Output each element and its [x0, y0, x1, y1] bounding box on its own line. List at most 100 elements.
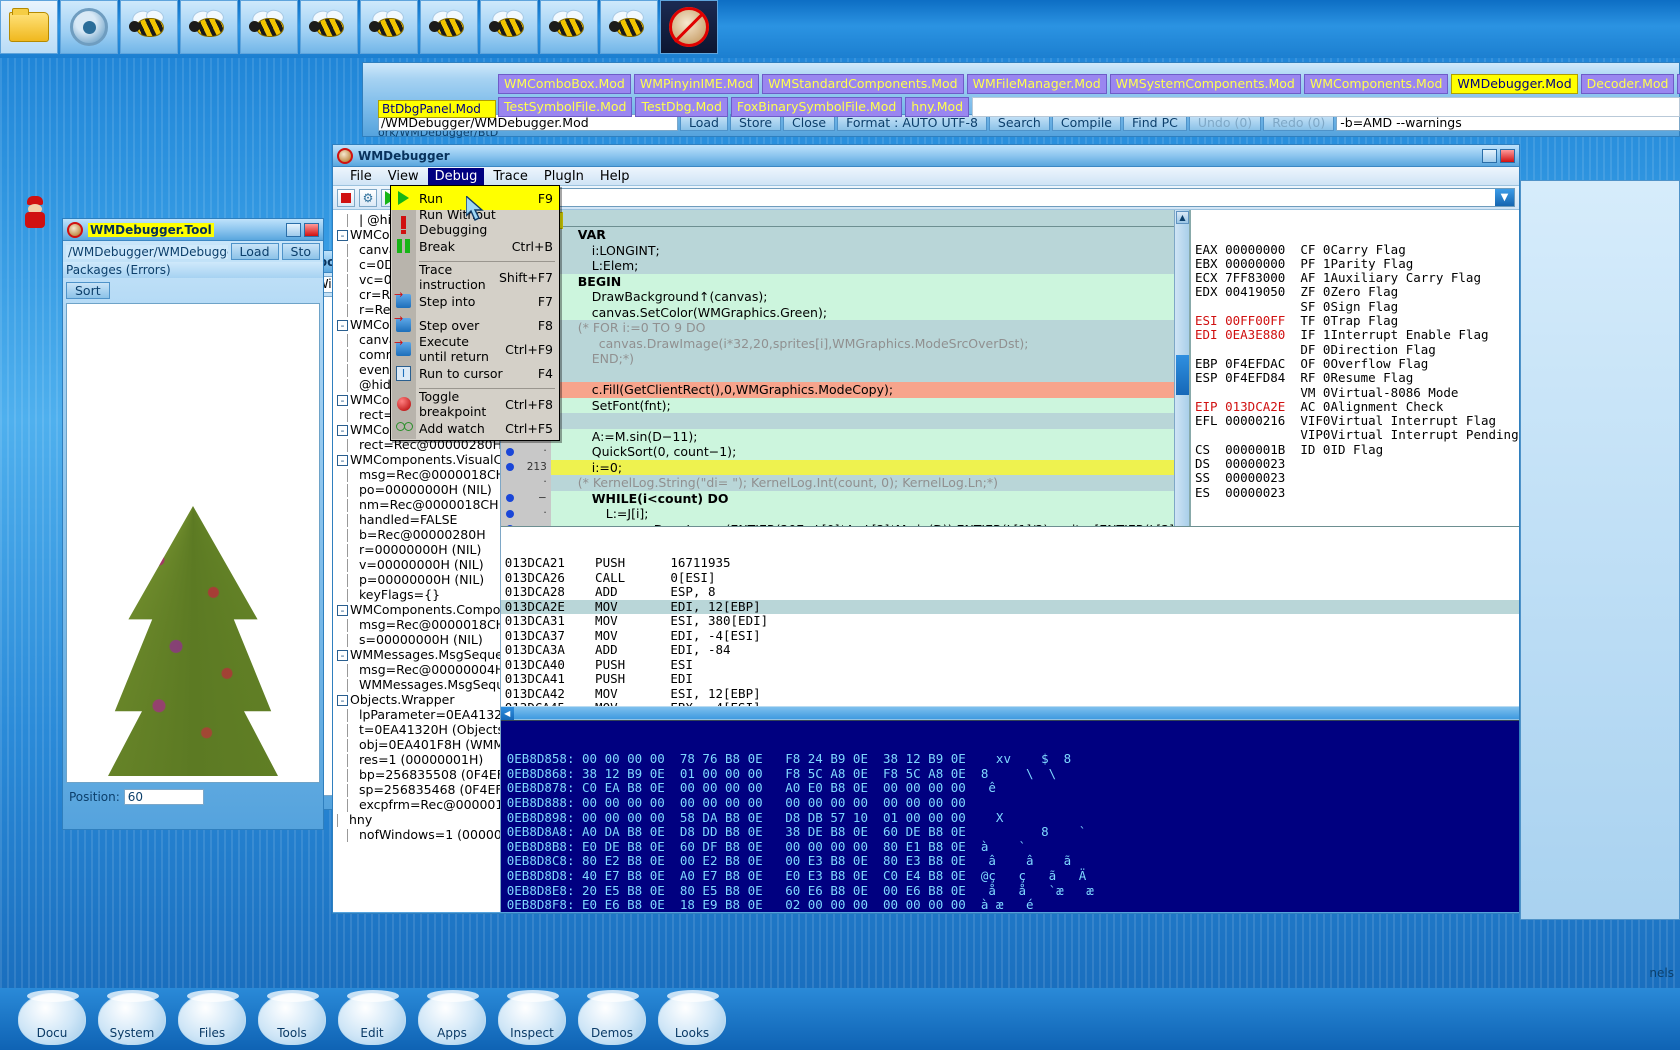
fox-tool-path[interactable]: /WMDebugger/WMDebugger.Tool: [66, 244, 228, 259]
module-tab[interactable]: Decoder.Mod: [1580, 74, 1675, 94]
taskbar-item-system[interactable]: System: [98, 990, 166, 1045]
menu-view[interactable]: View: [381, 168, 426, 185]
source-line[interactable]: 200L:Elem;: [500, 258, 1174, 274]
tree-node-leaf[interactable]: msg=Rec@0000018CH: [333, 617, 500, 632]
tree-node-leaf[interactable]: msg=Rec@00000004H: [333, 662, 500, 677]
disassembly-line[interactable]: 013DCA41 PUSH EDI: [501, 671, 1519, 687]
launcher-bee-1[interactable]: [120, 0, 178, 54]
taskbar-item-demos[interactable]: Demos: [578, 990, 646, 1045]
module-tab[interactable]: WMStandardComponents.Mod: [762, 74, 964, 94]
module-tab[interactable]: TestSymbolFile.Mod: [498, 97, 633, 117]
tree-node-leaf[interactable]: s=00000000H (NIL): [333, 632, 500, 647]
launcher-bee-7[interactable]: [480, 0, 538, 54]
module-tab[interactable]: hny.Mod: [905, 97, 970, 117]
breakpoint-icon[interactable]: [505, 463, 514, 472]
launcher-bee-6[interactable]: [420, 0, 478, 54]
launcher-settings[interactable]: [60, 0, 118, 54]
source-line[interactable]: · L:=J[i];: [500, 506, 1174, 522]
tree-collapse-icon[interactable]: -: [337, 425, 348, 436]
module-tab[interactable]: WMFileManager.Mod: [966, 74, 1107, 94]
tree-node-expandable[interactable]: -WMMessages.MsgSequencer.Handle: [333, 647, 500, 662]
menu-item-add-watch[interactable]: Add watch Ctrl+F5: [391, 416, 559, 440]
memory-hexdump-pane[interactable]: 0EB8D858: 00 00 00 00 78 76 B8 0E F8 24 …: [500, 720, 1519, 912]
tree-node-leaf[interactable]: p=00000000H (NIL): [333, 572, 500, 587]
tree-collapse-icon[interactable]: -: [337, 320, 348, 331]
source-line[interactable]: · QuickSort(0, count−1);: [500, 444, 1174, 460]
taskbar-item-edit[interactable]: Edit: [338, 990, 406, 1045]
taskbar-item-files[interactable]: Files: [178, 990, 246, 1045]
disassembly-line[interactable]: 013DCA28 ADD ESP, 8: [501, 584, 1519, 600]
source-line[interactable]: ·: [500, 366, 1174, 382]
tree-node-leaf[interactable]: keyFlags={}: [333, 587, 500, 602]
taskbar-item-apps[interactable]: Apps: [418, 990, 486, 1045]
fox-tool-titlebar[interactable]: WMDebugger.Tool: [63, 219, 323, 241]
tree-node-expandable[interactable]: -WMComponents.Component.Handle: [333, 602, 500, 617]
menu-debug[interactable]: Debug: [427, 167, 485, 185]
disassembly-line[interactable]: 013DCA37 MOV EDI, -4[ESI]: [501, 628, 1519, 644]
launcher-bee-4[interactable]: [300, 0, 358, 54]
gear-icon[interactable]: ⚙: [359, 188, 377, 207]
disassembly-line[interactable]: 013DCA31 MOV ESI, 380[EDI]: [501, 613, 1519, 629]
taskbar-item-docu[interactable]: Docu: [18, 990, 86, 1045]
source-line[interactable]: ·A:=M.sin(D−11);: [500, 428, 1174, 444]
module-tab[interactable]: WMComboBox.Mod: [498, 74, 631, 94]
tree-collapse-icon[interactable]: -: [337, 695, 348, 706]
tree-node-leaf[interactable]: v=00000000H (NIL): [333, 557, 500, 572]
hscroll-thumb[interactable]: [513, 707, 1519, 719]
taskbar-item-tools[interactable]: Tools: [258, 990, 326, 1045]
breakpoint-gutter[interactable]: [500, 521, 519, 526]
tree-collapse-icon[interactable]: -: [337, 230, 348, 241]
scroll-left-icon[interactable]: ◀: [500, 706, 514, 720]
tree-node-leaf[interactable]: lpParameter=0EA41320H (Objects.Process): [333, 707, 500, 722]
tree-node-leaf[interactable]: t=0EA41320H (Objects.Process): [333, 722, 500, 737]
source-line[interactable]: ·i:LONGINT;: [500, 242, 1174, 258]
menu-file[interactable]: File: [343, 168, 379, 185]
launcher-bee-9[interactable]: [600, 0, 658, 54]
source-line[interactable]: 210: [500, 413, 1174, 429]
sort-button[interactable]: Sort: [66, 282, 110, 299]
taskbar-item-inspect[interactable]: Inspect: [498, 990, 566, 1045]
launcher-no-bug[interactable]: [660, 0, 718, 54]
source-line[interactable]: ·canvas.DrawImage(ENTIER(207+L[0]*A+L[2]…: [500, 521, 1174, 526]
disassembly-pane[interactable]: 013DCA21 PUSH 16711935 013DCA26 CALL 0[ES…: [500, 526, 1519, 706]
disassembly-line[interactable]: 013DCA2E MOV EDI, 12[EBP]: [500, 599, 1519, 614]
source-line[interactable]: ·VAR: [500, 227, 1174, 243]
module-tab[interactable]: TestDbg.Mod: [635, 97, 728, 117]
breakpoint-icon[interactable]: [505, 525, 514, 526]
minimize-button[interactable]: [1482, 148, 1497, 163]
disassembly-horizontal-scrollbar[interactable]: ◀: [500, 706, 1519, 720]
tree-collapse-icon[interactable]: -: [337, 605, 348, 616]
menu-trace[interactable]: Trace: [486, 168, 535, 185]
launcher-folder[interactable]: [0, 0, 58, 54]
tree-node-leaf[interactable]: WMMessages.MsgSequencer.@Body: [333, 677, 500, 692]
minimize-button[interactable]: [286, 222, 301, 237]
disassembly-line[interactable]: 013DCA42 MOV ESI, 12[EBP]: [501, 686, 1519, 702]
menu-help[interactable]: Help: [593, 168, 637, 185]
disassembly-line[interactable]: 013DCA40 PUSH ESI: [501, 657, 1519, 673]
tree-node-leaf[interactable]: nm=Rec@0000018CH: [333, 497, 500, 512]
position-value[interactable]: 60: [123, 789, 204, 805]
source-line[interactable]: ·DrawBackground↑(canvas);: [500, 289, 1174, 305]
module-tab[interactable]: WMSystemComponents.Mod: [1109, 74, 1301, 94]
tree-node-expandable[interactable]: -WMComponents.VisualComponent.HandleInte…: [333, 452, 500, 467]
source-vertical-scrollbar[interactable]: ▲: [1174, 210, 1189, 526]
tree-node-leaf[interactable]: b=Rec@00000280H: [333, 527, 500, 542]
module-tab[interactable]: WMComponents.Mod: [1303, 74, 1449, 94]
tree-node-expandable[interactable]: - Objects.Wrapper: [333, 692, 500, 707]
menu-item-break[interactable]: Break Ctrl+B: [391, 234, 559, 258]
tree-node-leaf[interactable]: nofWindows=1 (00000001H): [333, 827, 500, 842]
breakpoint-gutter[interactable]: [500, 459, 519, 475]
scroll-up-icon[interactable]: ▲: [1176, 211, 1189, 224]
process-combo[interactable]: Draw ▼: [513, 188, 1515, 207]
menu-item-step-into[interactable]: Step into F7: [391, 288, 559, 313]
source-line[interactable]: − WHILE(i<count) DO: [500, 490, 1174, 506]
fox-tool-store-button[interactable]: Sto: [281, 243, 320, 260]
menu-item-execute-until-return[interactable]: Execute until return Ctrl+F9: [391, 334, 559, 364]
launcher-bee-3[interactable]: [240, 0, 298, 54]
tree-node-leaf[interactable]: msg=Rec@0000018CH: [333, 467, 500, 482]
tree-node-leaf[interactable]: obj=0EA401F8H (WMMessages.MsgSequencer): [333, 737, 500, 752]
source-line[interactable]: ·canvas.SetColor(WMGraphics.Green);: [500, 304, 1174, 320]
disassembly-line[interactable]: 013DCA21 PUSH 16711935: [501, 555, 1519, 571]
source-line[interactable]: ⇨·c.Fill(GetClientRect(),0,WMGraphics.Mo…: [500, 382, 1174, 398]
launcher-bee-5[interactable]: [360, 0, 418, 54]
